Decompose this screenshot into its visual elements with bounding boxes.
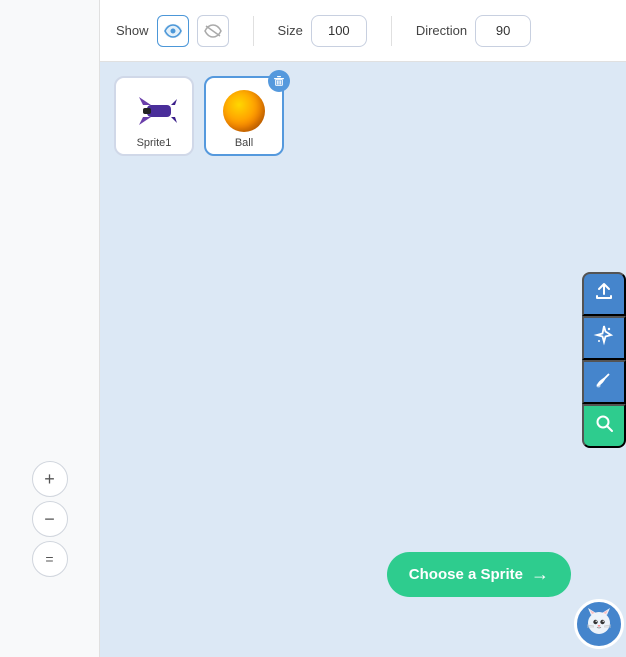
zoom-out-icon: − [44, 509, 55, 530]
size-label: Size [278, 23, 303, 38]
sprite-card-sprite1[interactable]: Sprite1 [114, 76, 194, 156]
brush-icon [593, 368, 615, 395]
choose-sprite-label: Choose a Sprite [409, 566, 523, 583]
cat-avatar-button[interactable] [574, 599, 624, 649]
sparkle-button[interactable] [582, 316, 626, 360]
show-hidden-button[interactable] [197, 15, 229, 47]
ball-icon [223, 90, 265, 132]
direction-input[interactable] [475, 15, 531, 47]
search-icon [593, 412, 615, 439]
zoom-controls: + − = [32, 461, 68, 577]
brush-button[interactable] [582, 360, 626, 404]
sprite1-label: Sprite1 [137, 137, 172, 149]
choose-sprite-button[interactable]: Choose a Sprite → [387, 552, 571, 597]
delete-ball-button[interactable] [268, 70, 290, 92]
size-input[interactable] [311, 15, 367, 47]
search-sprite-button[interactable] [582, 404, 626, 448]
fit-icon: = [45, 551, 53, 567]
upload-button[interactable] [582, 272, 626, 316]
main-container: + − = Show [0, 0, 626, 657]
sparkle-icon [593, 324, 615, 351]
left-sidebar: + − = [0, 0, 100, 657]
cat-icon [583, 605, 615, 644]
sprite-card-ball[interactable]: Ball [204, 76, 284, 156]
sprites-list: Sprite1 [114, 76, 612, 156]
eye-slash-icon [204, 24, 222, 38]
ball-label: Ball [235, 137, 253, 149]
choose-sprite-area: Choose a Sprite → [387, 552, 571, 597]
show-group: Show [116, 15, 229, 47]
trash-icon [273, 75, 285, 87]
eye-icon [164, 24, 182, 38]
plane-icon [129, 91, 179, 131]
ball-image-area [218, 87, 270, 135]
upload-icon [593, 280, 615, 307]
action-buttons [582, 272, 626, 448]
sprite1-image-area [128, 87, 180, 135]
zoom-in-icon: + [44, 469, 55, 490]
direction-label: Direction [416, 23, 467, 38]
size-group: Size [278, 15, 367, 47]
separator-2 [391, 16, 392, 46]
sprite-area: Sprite1 [100, 62, 626, 657]
right-area: Show [100, 0, 626, 657]
show-label: Show [116, 23, 149, 38]
separator-1 [253, 16, 254, 46]
direction-group: Direction [416, 15, 531, 47]
zoom-out-button[interactable]: − [32, 501, 68, 537]
show-visible-button[interactable] [157, 15, 189, 47]
fit-button[interactable]: = [32, 541, 68, 577]
toolbar: Show [100, 0, 626, 62]
choose-sprite-arrow-icon: → [531, 564, 549, 585]
zoom-in-button[interactable]: + [32, 461, 68, 497]
